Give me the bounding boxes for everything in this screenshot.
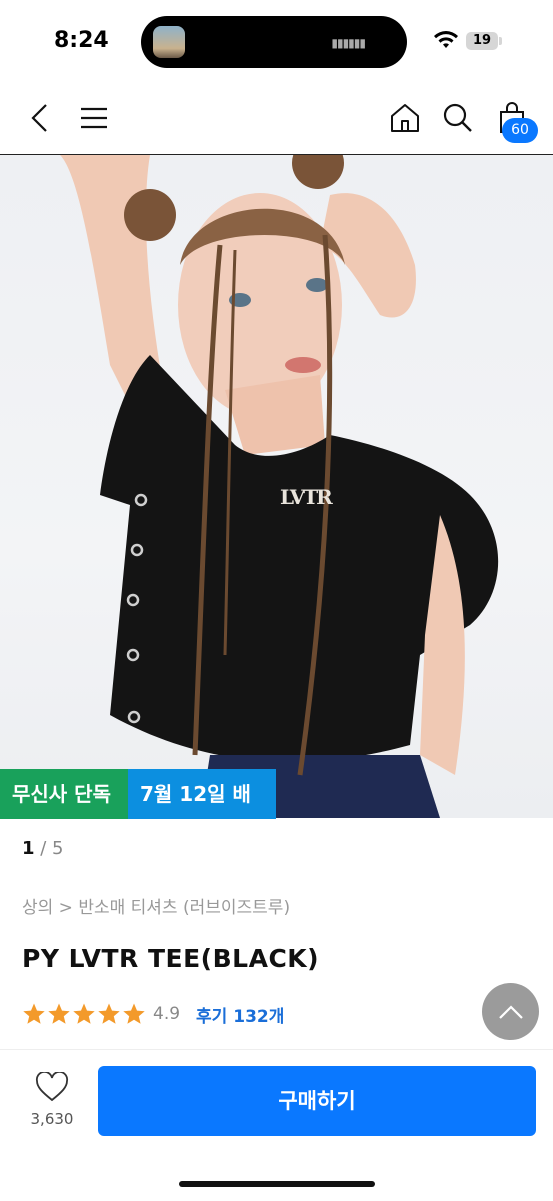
buy-button[interactable]: 구매하기 [98, 1066, 536, 1136]
delivery-badge: 7월 12일 배송 [128, 769, 276, 856]
pager-total: 5 [52, 838, 64, 859]
product-image[interactable]: LVTR 비슷한 스타일 › [0, 155, 553, 818]
exclusive-badge: 무신사 단독 [0, 769, 128, 819]
pager-separator: / [34, 838, 53, 859]
product-title: PY LVTR TEE(BLACK) [22, 944, 320, 973]
product-photo-illustration [60, 155, 499, 818]
status-time: 8:24 [54, 28, 109, 53]
star-icon [48, 1003, 70, 1024]
rating-value: 4.9 [153, 1004, 181, 1024]
like-count: 3,630 [30, 1110, 74, 1128]
now-playing-artwork [153, 26, 185, 58]
home-indicator [179, 1181, 375, 1187]
cart-count-badge: 60 [502, 118, 538, 143]
wifi-icon [434, 31, 458, 48]
pager-current: 1 [22, 838, 35, 859]
image-pager: 1 / 5 [22, 838, 64, 859]
chevron-up-icon [498, 1004, 523, 1019]
breadcrumb[interactable]: 상의 > 반소매 티셔츠 (러브이즈트루) [22, 893, 290, 918]
star-icon [123, 1003, 145, 1024]
audio-wave-icon: ▮▮▮▮▮▮ [331, 36, 366, 50]
scroll-top-button[interactable] [482, 983, 539, 1040]
rating-row[interactable]: 4.9 후기 132개 [22, 1000, 284, 1028]
battery-icon: 19 [466, 32, 498, 50]
top-nav [0, 84, 553, 155]
star-icon [98, 1003, 120, 1024]
menu-icon[interactable] [76, 100, 112, 136]
star-icon [23, 1003, 45, 1024]
dynamic-island[interactable]: ▮▮▮▮▮▮ [141, 16, 407, 68]
home-icon[interactable] [387, 100, 423, 136]
star-icon [73, 1003, 95, 1024]
battery-tip [499, 37, 502, 45]
like-button[interactable]: 3,630 [24, 1070, 80, 1128]
review-count-link[interactable]: 후기 132개 [196, 1002, 284, 1027]
heart-icon [35, 1070, 69, 1102]
search-icon[interactable] [440, 100, 476, 136]
shirt-logo: LVTR [280, 485, 333, 509]
status-bar: 8:24 ▮▮▮▮▮▮ 19 [0, 0, 553, 84]
back-icon[interactable] [22, 100, 58, 136]
